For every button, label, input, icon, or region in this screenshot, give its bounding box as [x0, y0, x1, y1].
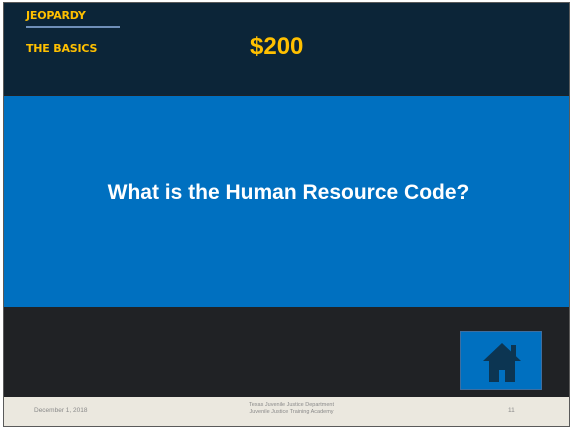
game-title: Jeopardy: [26, 9, 86, 22]
home-icon: [483, 343, 521, 382]
slide-footer: December 1, 2018 Texas Juvenile Justice …: [4, 397, 569, 426]
answer-panel: What is the Human Resource Code?: [4, 96, 569, 307]
home-button[interactable]: [460, 331, 542, 390]
answer-text: What is the Human Resource Code?: [107, 180, 470, 204]
footer-org-line-2: Juvenile Justice Training Academy: [249, 409, 334, 415]
footer-date: December 1, 2018: [34, 407, 88, 414]
category-label: The Basics: [26, 42, 98, 55]
header-band: Jeopardy The Basics $200: [4, 3, 569, 95]
title-divider: [26, 26, 120, 28]
footer-organization: Texas Juvenile Justice Department Juveni…: [219, 402, 364, 416]
page-number: 11: [508, 407, 515, 414]
footer-org-line-1: Texas Juvenile Justice Department: [249, 402, 334, 408]
slide: Jeopardy The Basics $200 What is the Hum…: [3, 2, 570, 427]
brand-block: Jeopardy The Basics: [26, 9, 120, 55]
point-value: $200: [250, 33, 304, 60]
